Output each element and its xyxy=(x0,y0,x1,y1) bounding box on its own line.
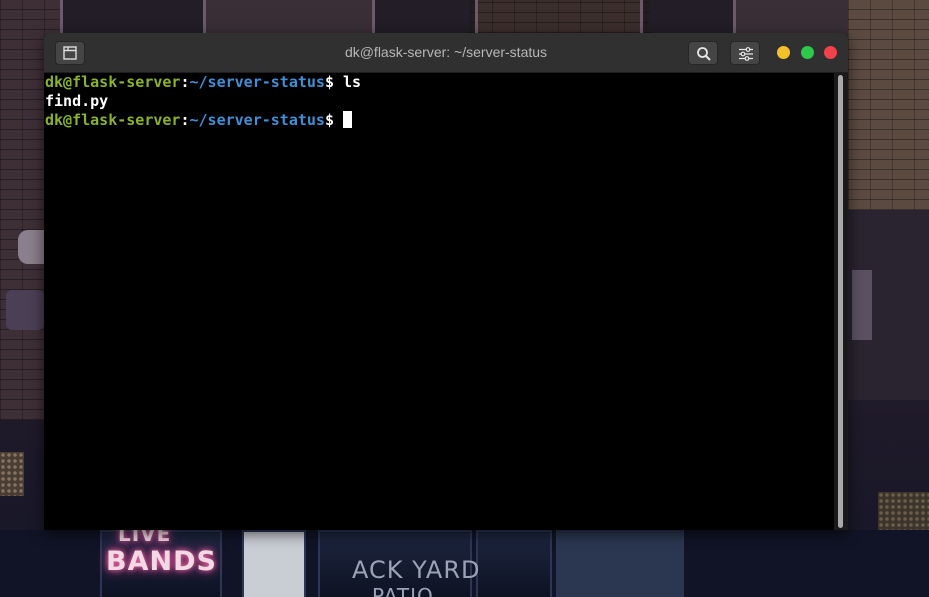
prompt-path: ~/server-status xyxy=(189,111,325,129)
store-window xyxy=(556,530,684,597)
store-window xyxy=(242,530,306,597)
prompt-path: ~/server-status xyxy=(189,73,325,91)
prompt-separator: : xyxy=(180,111,190,129)
new-tab-icon xyxy=(63,46,77,60)
store-window xyxy=(476,530,552,597)
minimize-button[interactable] xyxy=(777,46,790,59)
terminal-line: find.py xyxy=(45,92,108,111)
menu-button[interactable] xyxy=(730,41,760,65)
window-title: dk@flask-server: ~/server-status xyxy=(344,44,548,60)
wall-grate xyxy=(0,452,24,496)
search-icon xyxy=(697,47,711,61)
sign-back-yard: ACK YARD xyxy=(352,556,481,584)
prompt-symbol: $ xyxy=(324,73,344,91)
close-button[interactable] xyxy=(824,46,837,59)
wall-fixture xyxy=(852,270,872,340)
scrollbar-thumb[interactable] xyxy=(838,75,843,528)
text-cursor xyxy=(343,111,353,128)
prompt-user-host: dk@flask-server xyxy=(45,111,181,129)
sign-patio: PATIO xyxy=(372,584,434,597)
terminal-window[interactable]: dk@flask-server: ~/server-status dk@flas… xyxy=(44,33,848,530)
prompt-user-host: dk@flask-server xyxy=(45,73,181,91)
title-bar[interactable]: dk@flask-server: ~/server-status xyxy=(44,33,848,73)
command-text: ls xyxy=(343,73,362,91)
terminal-output-area[interactable] xyxy=(44,73,834,530)
sliders-menu-icon xyxy=(739,47,753,61)
wall-fixture xyxy=(6,290,44,330)
prompt-separator: : xyxy=(180,73,190,91)
search-button[interactable] xyxy=(688,41,718,65)
command-output: find.py xyxy=(45,92,109,110)
brick-wall-top xyxy=(470,0,650,33)
neon-sign-bands: BANDS xyxy=(106,546,217,577)
terminal-line: dk@flask-server:~/server-status$ xyxy=(45,111,353,130)
terminal-line: dk@flask-server:~/server-status$ ls xyxy=(45,73,361,92)
brick-wall-right xyxy=(848,0,929,210)
maximize-button[interactable] xyxy=(801,46,814,59)
wall-fixture xyxy=(18,230,46,264)
prompt-symbol: $ xyxy=(324,111,344,129)
new-tab-button[interactable] xyxy=(55,41,85,65)
